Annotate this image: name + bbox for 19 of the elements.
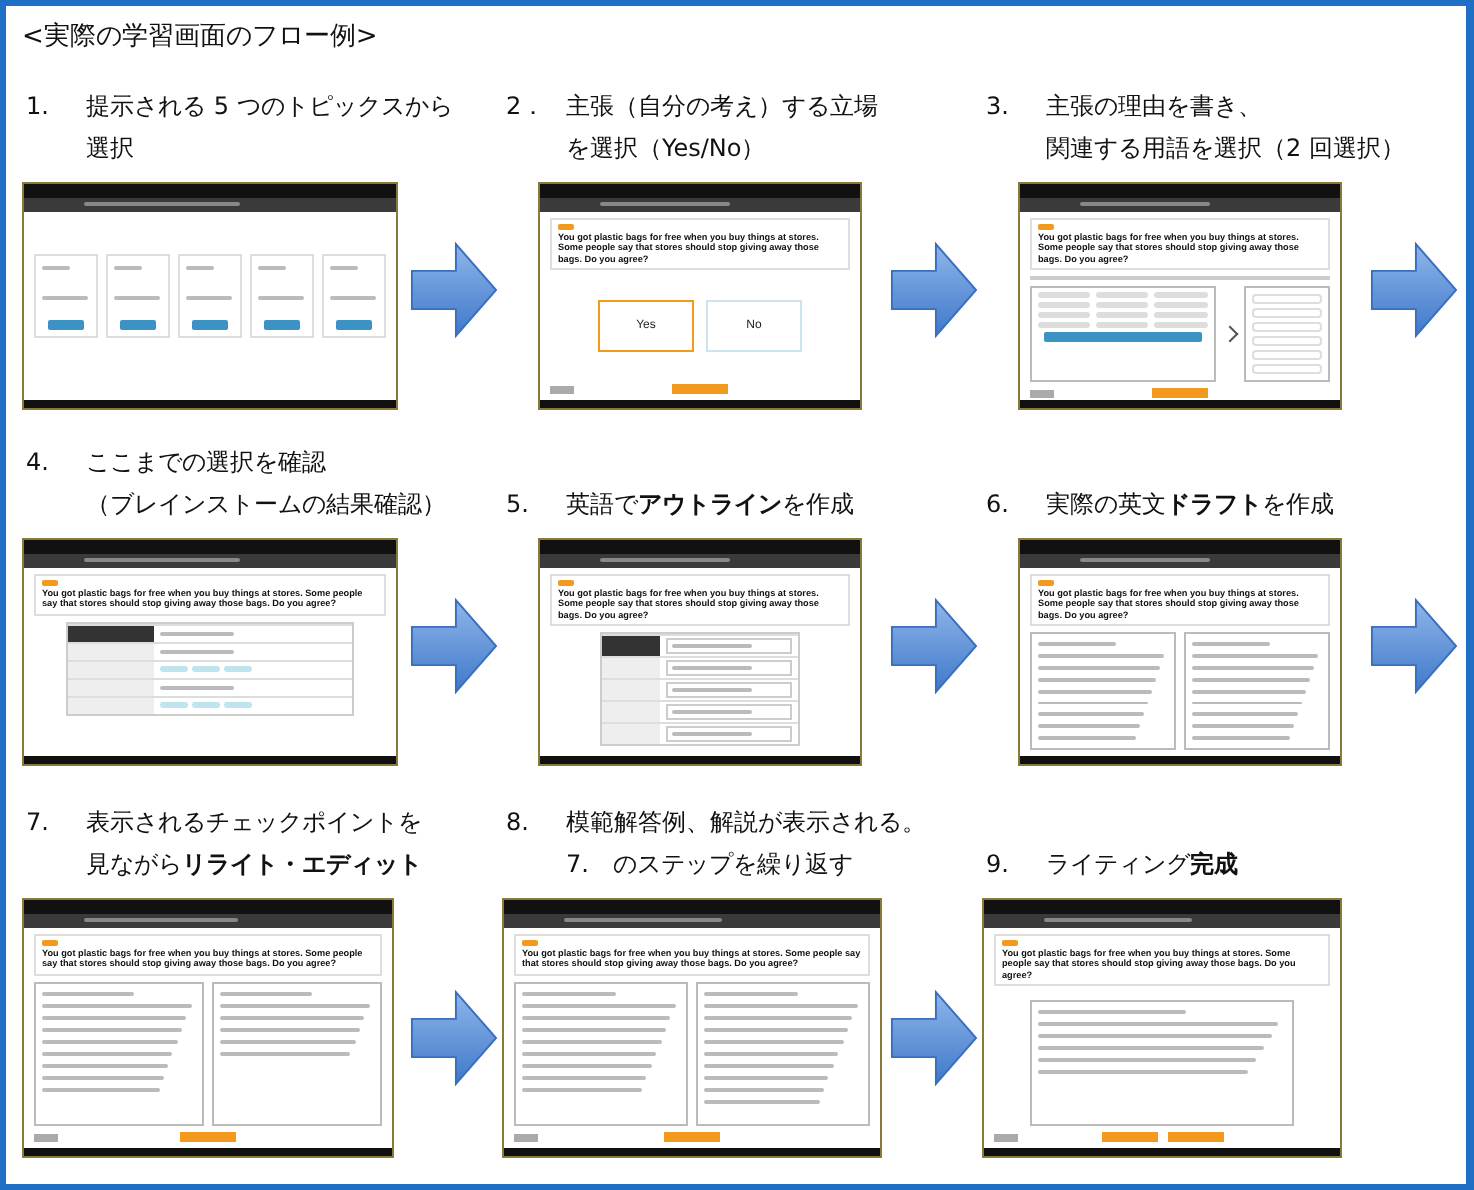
step-number: 4.	[24, 446, 51, 480]
step-number: 1.	[24, 90, 51, 124]
step-caption: ライティング完成	[1046, 848, 1238, 882]
page-title: <実際の学習画面のフロー例>	[22, 20, 380, 54]
step-caption: 提示される 5 つのトピックスから 選択	[86, 90, 453, 166]
step-number: 3.	[984, 90, 1011, 124]
step-number: 6.	[984, 488, 1011, 522]
step-number: 2．	[504, 90, 548, 124]
step-number: 9.	[984, 848, 1011, 882]
step-number: 5.	[504, 488, 531, 522]
step-caption: 主張（自分の考え）する立場 を選択（Yes/No）	[566, 90, 878, 166]
step-number: 7.	[24, 806, 51, 840]
step-caption: 模範解答例、解説が表示される。 7. のステップを繰り返す	[566, 806, 926, 882]
step-caption: 英語でアウトラインを作成	[566, 488, 854, 522]
step-caption: 実際の英文ドラフトを作成	[1046, 488, 1334, 522]
step-caption: 表示されるチェックポイントを 見ながらリライト・エディット	[86, 806, 422, 882]
step-number: 8.	[504, 806, 531, 840]
step-caption: ここまでの選択を確認 （ブレインストームの結果確認）	[86, 446, 446, 522]
step-caption: 主張の理由を書き、 関連する用語を選択（2 回選択）	[1046, 90, 1405, 166]
